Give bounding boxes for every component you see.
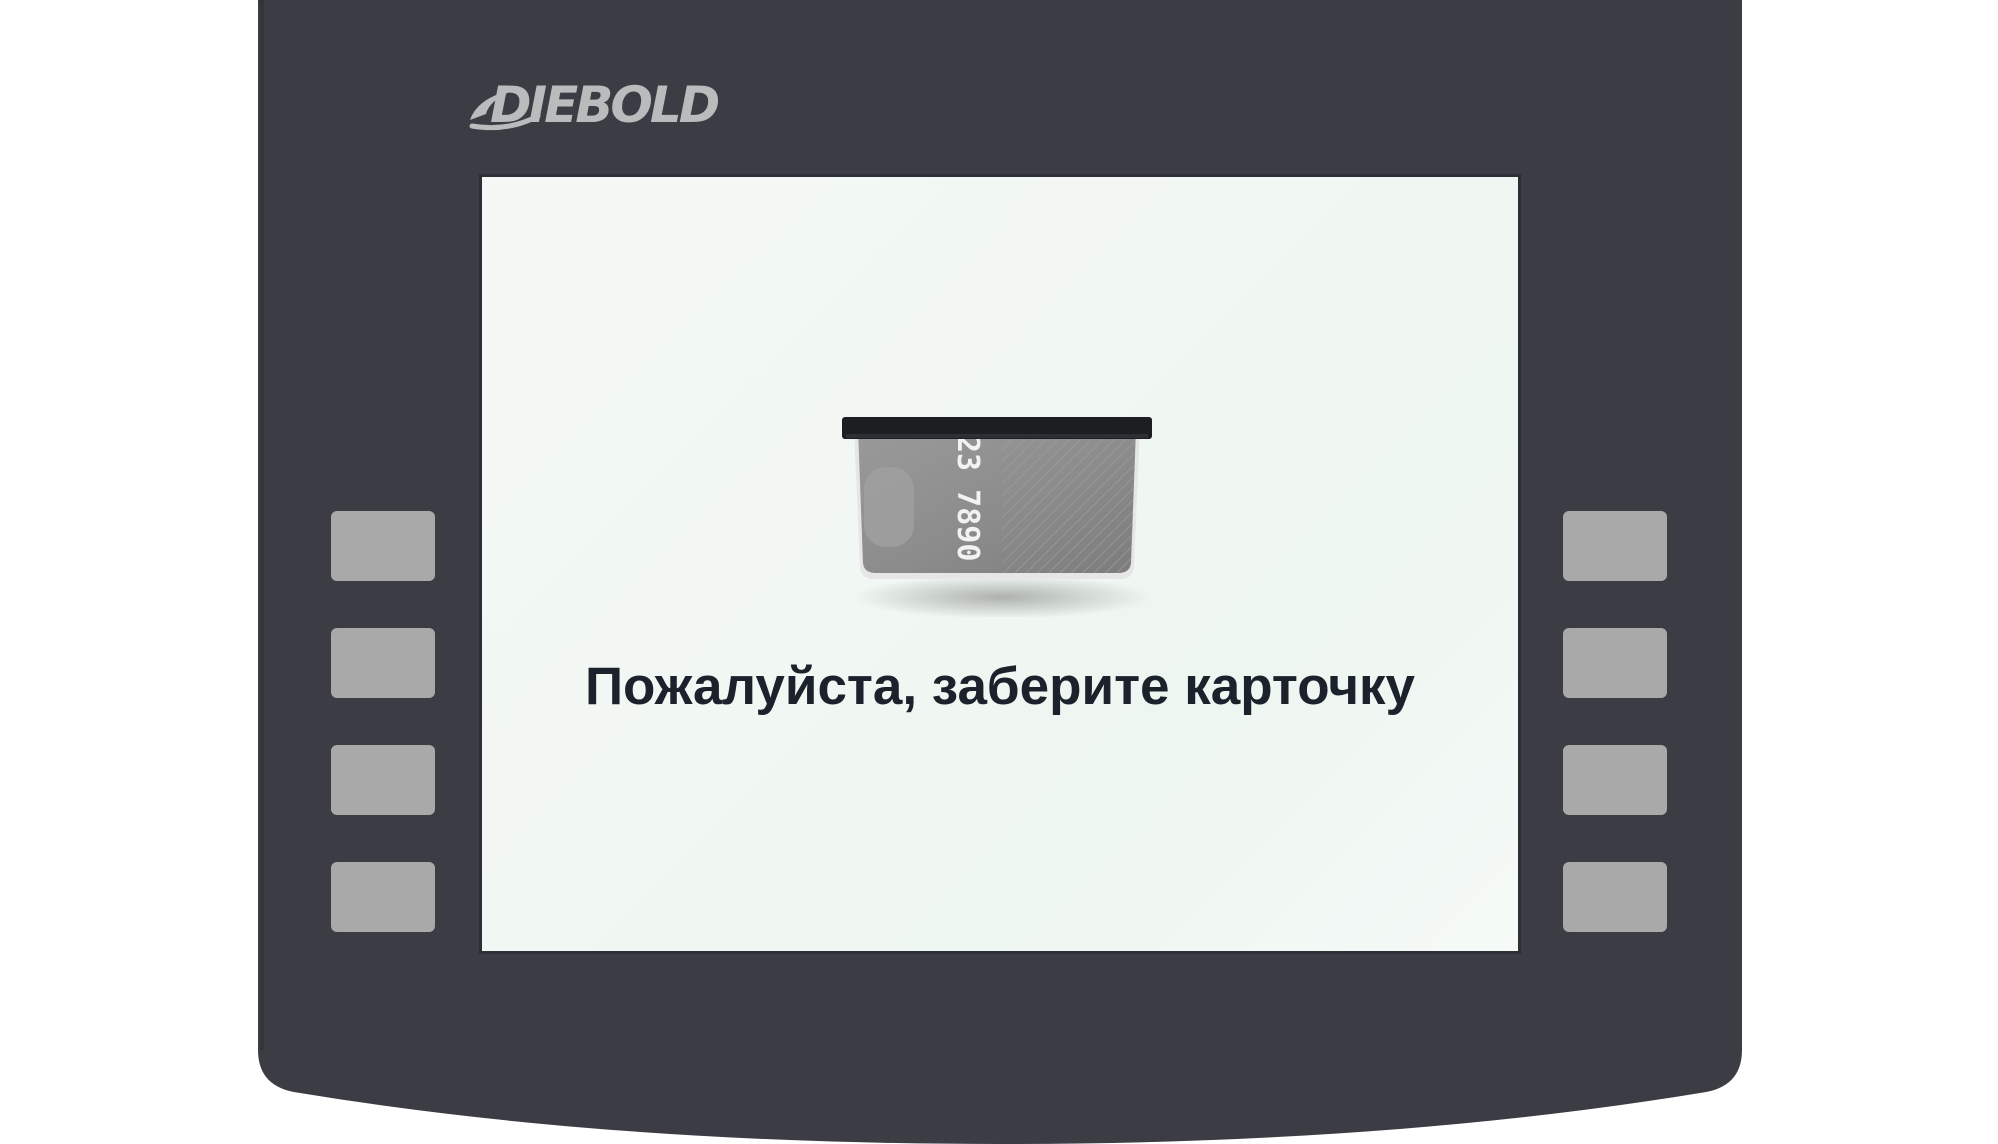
diebold-logo: DIEBOLD: [468, 74, 733, 136]
atm-display: 23 7890 Пожалуйста, заберите карточку: [479, 174, 1521, 954]
function-key-right-2[interactable]: [1563, 628, 1667, 698]
function-key-right-1[interactable]: [1563, 511, 1667, 581]
function-key-left-4[interactable]: [331, 862, 435, 932]
card-ejecting-from-slot-icon: 23 7890: [842, 417, 1152, 617]
function-key-left-3[interactable]: [331, 745, 435, 815]
atm-terminal: DIEBOLD 23 7890 Пожалуйста, заберите кар…: [0, 0, 1998, 1144]
function-key-right-4[interactable]: [1563, 862, 1667, 932]
take-card-message: Пожалуйста, заберите карточку: [584, 657, 1416, 716]
logo-wordmark: DIEBOLD: [490, 76, 720, 134]
card-number-text: 23 7890: [950, 435, 985, 561]
function-key-left-2[interactable]: [331, 628, 435, 698]
function-key-right-3[interactable]: [1563, 745, 1667, 815]
function-key-left-1[interactable]: [331, 511, 435, 581]
